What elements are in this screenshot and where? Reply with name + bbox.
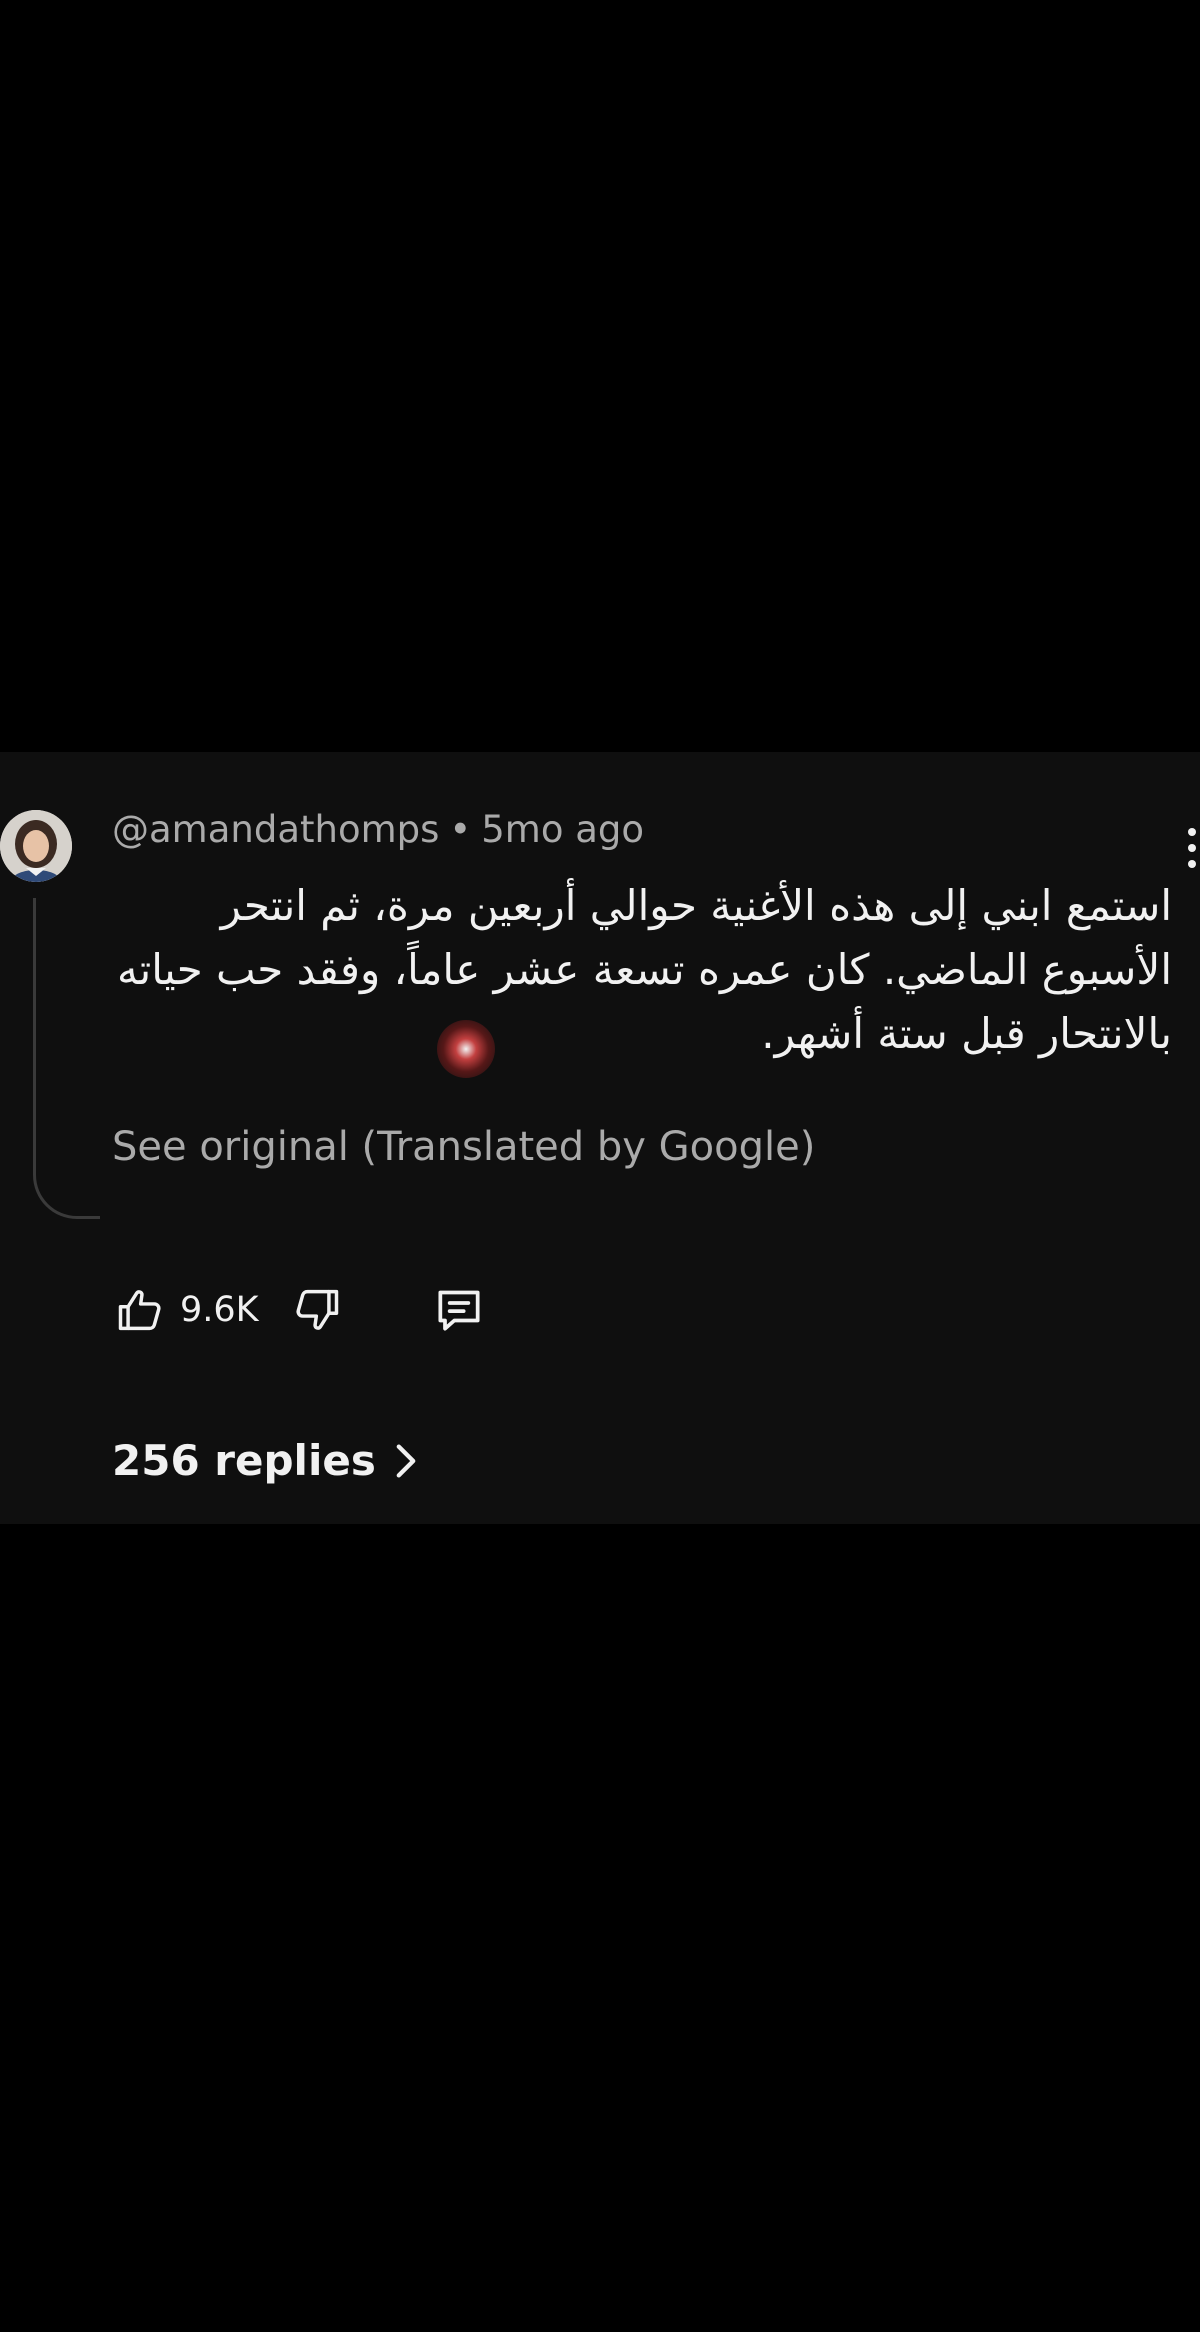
comment-timestamp[interactable]: 5mo ago xyxy=(481,808,644,851)
comment-header: @amandathomps • 5mo ago xyxy=(112,808,644,851)
touch-indicator xyxy=(437,1020,495,1078)
see-original-link[interactable]: See original (Translated by Google) xyxy=(112,1124,815,1170)
replies-count-label: 256 replies xyxy=(112,1436,376,1485)
comment-card: @amandathomps • 5mo ago استمع ابني إلى هذه… xyxy=(0,752,1200,1524)
thumbs-down-icon xyxy=(296,1289,338,1330)
comment-reply-icon xyxy=(438,1290,480,1331)
thumbs-up-icon xyxy=(118,1290,161,1331)
reply-button[interactable] xyxy=(431,1282,487,1338)
view-replies-button[interactable]: 256 replies xyxy=(112,1436,418,1485)
comment-text: استمع ابني إلى هذه الأغنية حوالي أربعين … xyxy=(117,881,1172,1058)
comment-actions: 9.6K xyxy=(112,1280,487,1340)
thread-connector-line xyxy=(33,898,100,1219)
comment-author[interactable]: @amandathomps xyxy=(112,808,439,851)
dislike-button[interactable] xyxy=(289,1282,345,1338)
like-button[interactable] xyxy=(112,1282,168,1338)
avatar-photo xyxy=(0,810,72,882)
kebab-menu-icon[interactable] xyxy=(1188,828,1200,874)
avatar[interactable] xyxy=(0,810,72,882)
chevron-right-icon xyxy=(396,1443,416,1478)
header-separator: • xyxy=(449,808,472,851)
like-count: 9.6K xyxy=(180,1290,259,1330)
